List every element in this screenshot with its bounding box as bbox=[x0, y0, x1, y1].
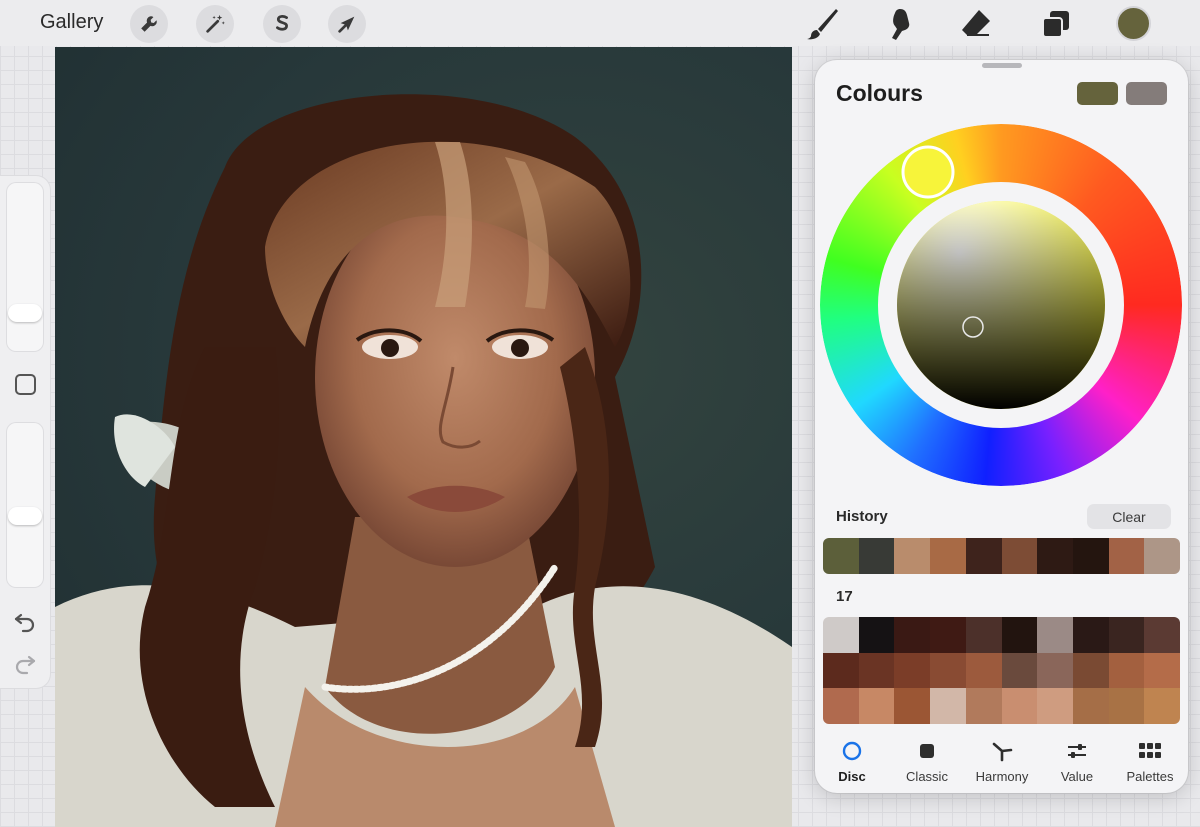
palette-name: 17 bbox=[836, 588, 853, 605]
palette-swatch[interactable] bbox=[858, 688, 895, 724]
palette-swatch[interactable] bbox=[858, 617, 895, 653]
history-swatch[interactable] bbox=[930, 538, 966, 574]
smudge-button[interactable] bbox=[882, 4, 922, 44]
palette-swatch[interactable] bbox=[1072, 688, 1109, 724]
history-swatch[interactable] bbox=[1001, 538, 1038, 574]
modify-square-button[interactable] bbox=[15, 374, 36, 395]
palette-swatch[interactable] bbox=[1001, 688, 1038, 724]
panel-title: Colours bbox=[836, 80, 923, 106]
colour-disc-svg[interactable] bbox=[820, 124, 1182, 486]
palette-swatch[interactable] bbox=[1037, 652, 1073, 689]
palette-swatch[interactable] bbox=[1037, 617, 1073, 653]
palette-swatch[interactable] bbox=[894, 652, 931, 689]
tab-value[interactable]: Value bbox=[1040, 735, 1114, 785]
tab-disc-label: Disc bbox=[838, 769, 866, 784]
history-swatch[interactable] bbox=[858, 538, 895, 574]
palette-swatch[interactable] bbox=[823, 688, 859, 724]
palette-swatch[interactable] bbox=[1108, 617, 1145, 653]
tab-disc[interactable]: Disc bbox=[815, 735, 889, 785]
disc-icon bbox=[842, 741, 862, 761]
paint-brush-button[interactable] bbox=[802, 4, 842, 44]
palette-swatch[interactable] bbox=[1144, 688, 1180, 724]
tab-palettes[interactable]: Palettes bbox=[1113, 735, 1187, 785]
current-color-button[interactable] bbox=[1116, 6, 1151, 41]
magic-wand-icon bbox=[206, 14, 225, 33]
secondary-color-swatch[interactable] bbox=[1126, 82, 1167, 105]
top-toolbar: Gallery bbox=[0, 0, 1200, 46]
redo-icon[interactable] bbox=[12, 652, 38, 676]
palette-swatch[interactable] bbox=[1108, 688, 1145, 724]
smudge-icon bbox=[892, 9, 910, 40]
palette-swatch[interactable] bbox=[1001, 617, 1038, 653]
palette-swatch[interactable] bbox=[823, 652, 859, 689]
history-swatch[interactable] bbox=[894, 538, 931, 574]
transform-arrow-icon bbox=[338, 16, 355, 33]
value-sliders-icon bbox=[1068, 744, 1086, 758]
opacity-slider[interactable] bbox=[6, 422, 44, 588]
drawing-canvas[interactable] bbox=[55, 47, 792, 827]
selection-s-icon bbox=[276, 15, 288, 31]
tab-harmony[interactable]: Harmony bbox=[965, 735, 1039, 785]
adjustments-button[interactable] bbox=[196, 5, 234, 43]
clear-history-button[interactable]: Clear bbox=[1087, 504, 1171, 529]
layers-button[interactable] bbox=[1036, 4, 1076, 44]
palette-swatches bbox=[823, 617, 1180, 724]
undo-icon[interactable] bbox=[12, 610, 38, 634]
actions-wrench-button[interactable] bbox=[130, 5, 168, 43]
layers-icon bbox=[1042, 11, 1069, 38]
opacity-thumb[interactable] bbox=[8, 507, 42, 526]
left-sidebar bbox=[0, 176, 50, 688]
palette-swatch[interactable] bbox=[823, 617, 859, 653]
colour-disc[interactable] bbox=[820, 124, 1182, 486]
hue-selector[interactable] bbox=[901, 145, 955, 199]
palette-swatch[interactable] bbox=[1072, 652, 1109, 689]
history-swatch[interactable] bbox=[823, 538, 859, 574]
transform-button[interactable] bbox=[328, 5, 366, 43]
tab-value-label: Value bbox=[1060, 769, 1094, 784]
history-swatch[interactable] bbox=[965, 538, 1002, 574]
palette-swatch[interactable] bbox=[965, 617, 1002, 653]
wrench-icon bbox=[141, 16, 157, 32]
gallery-button[interactable]: Gallery bbox=[40, 11, 103, 34]
palette-swatch[interactable] bbox=[1108, 652, 1145, 689]
history-swatches bbox=[823, 538, 1180, 574]
palette-swatch[interactable] bbox=[1037, 688, 1073, 724]
tab-classic-label: Classic bbox=[906, 769, 948, 784]
palette-swatch[interactable] bbox=[965, 652, 1002, 689]
selection-button[interactable] bbox=[263, 5, 301, 43]
palette-swatch[interactable] bbox=[894, 688, 931, 724]
palette-swatch[interactable] bbox=[930, 617, 966, 653]
primary-color-swatch[interactable] bbox=[1077, 82, 1118, 105]
brush-icon bbox=[807, 9, 838, 40]
palette-swatch[interactable] bbox=[858, 652, 895, 689]
palette-swatch[interactable] bbox=[930, 652, 966, 689]
history-swatch[interactable] bbox=[1144, 538, 1180, 574]
brush-size-thumb[interactable] bbox=[8, 304, 42, 323]
classic-square-icon bbox=[920, 744, 934, 758]
palette-swatch[interactable] bbox=[965, 688, 1002, 724]
palette-swatch[interactable] bbox=[930, 688, 966, 724]
palette-swatch[interactable] bbox=[1001, 652, 1038, 689]
tab-harmony-label: Harmony bbox=[975, 769, 1029, 784]
history-swatch[interactable] bbox=[1072, 538, 1109, 574]
palettes-grid-icon bbox=[1139, 743, 1161, 758]
tab-classic[interactable]: Classic bbox=[890, 735, 964, 785]
palette-swatch[interactable] bbox=[1144, 652, 1180, 689]
brush-size-slider[interactable] bbox=[6, 182, 44, 352]
eraser-button[interactable] bbox=[956, 4, 996, 44]
palette-swatch[interactable] bbox=[1072, 617, 1109, 653]
portrait-painting bbox=[55, 94, 792, 827]
palette-swatch[interactable] bbox=[894, 617, 931, 653]
panel-grabber[interactable] bbox=[982, 63, 1022, 68]
eraser-icon bbox=[962, 10, 990, 36]
tab-palettes-label: Palettes bbox=[1126, 769, 1174, 784]
history-label: History bbox=[836, 508, 888, 525]
palette-swatch[interactable] bbox=[1144, 617, 1180, 653]
harmony-icon bbox=[992, 742, 1013, 762]
history-swatch[interactable] bbox=[1108, 538, 1145, 574]
colour-mode-tabs: Disc Classic Harmony Value Palettes bbox=[815, 735, 1188, 785]
history-swatch[interactable] bbox=[1037, 538, 1073, 574]
